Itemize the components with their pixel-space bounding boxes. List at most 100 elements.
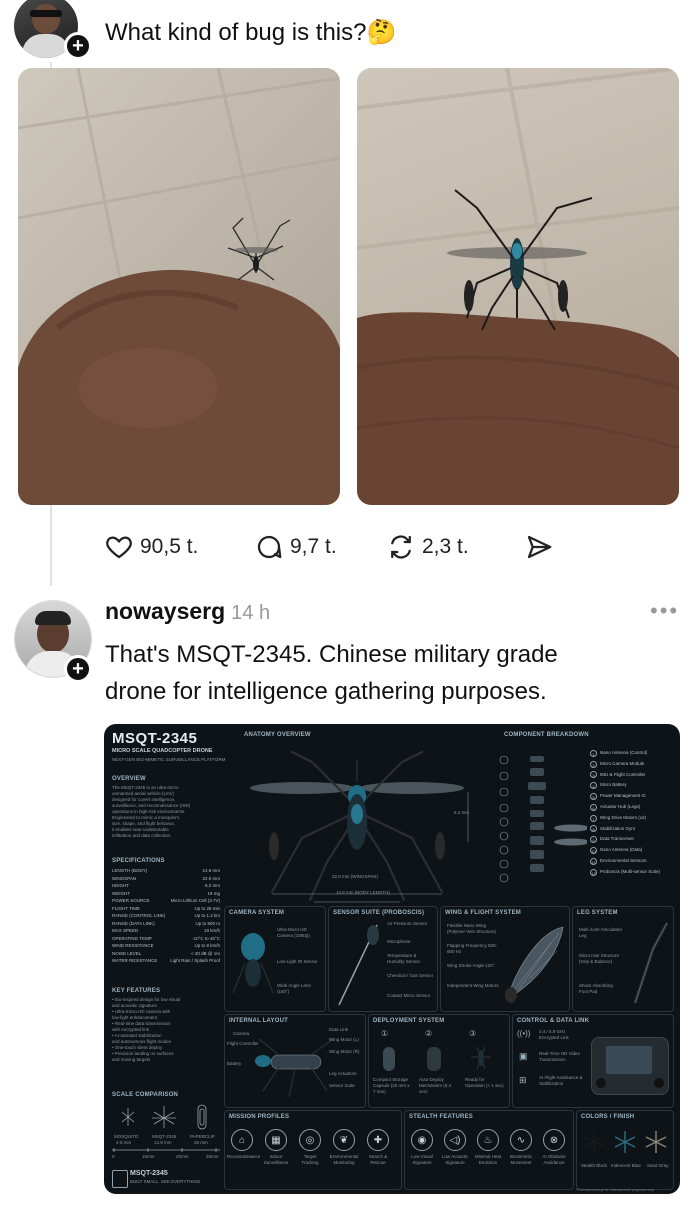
sensor-heading: SENSOR SUITE (PROBOSCIS) bbox=[333, 910, 425, 916]
post-photo-1[interactable] bbox=[18, 68, 340, 505]
msqt-infographic[interactable]: MSQT-2345 MICRO SCALE QUADCOPTER DRONE N… bbox=[104, 724, 680, 1194]
spec-row: RANGE (DATA LINK) Up to 800 m bbox=[112, 920, 220, 926]
colors-finish-panel: COLORS / FINISH Stealth Black Iridescent… bbox=[576, 1110, 674, 1190]
list-item: 11 Environmental Sensors bbox=[590, 857, 647, 865]
mission-item: ⌂ Reconnaissance bbox=[227, 1129, 260, 1160]
colors-heading: COLORS / FINISH bbox=[581, 1114, 635, 1120]
footer-name: MSQT-2345 bbox=[130, 1170, 168, 1177]
list-item: 12 Proboscis (Multi-sensor Suite) bbox=[590, 868, 661, 876]
infographic-subtitle: MICRO SCALE QUADCOPTER DRONE bbox=[112, 748, 213, 754]
repost-count: 2,3 t. bbox=[422, 535, 469, 558]
repost-icon bbox=[391, 535, 411, 559]
post-time: 14 h bbox=[231, 602, 271, 624]
send-icon bbox=[527, 535, 552, 559]
ellipsis-icon: ••• bbox=[650, 598, 680, 623]
leg-graphic bbox=[633, 922, 669, 1004]
target-icon: ◎ bbox=[299, 1129, 321, 1151]
color-label: Stealth Black bbox=[581, 1163, 608, 1168]
internal-label: Camera bbox=[233, 1031, 250, 1036]
list-item: 9 Data Transceiver bbox=[590, 834, 678, 845]
deploy-step-number: ① bbox=[381, 1029, 389, 1038]
disclaimer: *Fictional concept for entertainment pur… bbox=[576, 1188, 654, 1192]
building-icon: ▦ bbox=[265, 1129, 287, 1151]
list-item: 7 Wing Drive Motors (x2) bbox=[590, 813, 678, 824]
spec-row: HEIGHT 6.2 mm bbox=[112, 883, 220, 888]
control-heading: CONTROL & DATA LINK bbox=[517, 1018, 590, 1024]
list-item: 8 Stabilization Gyro bbox=[590, 824, 678, 835]
sensor-label: Chemical / Gas Sensor bbox=[387, 973, 434, 978]
stealth-item: ◁) Low Acoustic Signature bbox=[440, 1129, 470, 1166]
wing-label: Flapping Frequency 500-600 Hz bbox=[447, 943, 498, 954]
internal-label: Wing Motor (R) bbox=[329, 1049, 360, 1054]
mission-item: ✚ Search & Rescue bbox=[363, 1129, 393, 1166]
overview-heading: OVERVIEW bbox=[112, 776, 146, 782]
control-label: AI Flight Assistance & Stabilization bbox=[539, 1075, 583, 1086]
like-button[interactable]: 90,5 t. bbox=[104, 532, 198, 562]
internal-label: Battery bbox=[227, 1061, 242, 1066]
sensor-label: Temperature & Humidity Sensor bbox=[387, 953, 421, 964]
overview-text: The MSQT-2345 is an ultra-micro unmanned… bbox=[112, 785, 191, 838]
ai-chip-icon: ⊞ bbox=[519, 1075, 527, 1085]
spec-row: FLIGHT TIME Up to 28 min bbox=[112, 905, 220, 911]
internal-layout-panel: INTERNAL LAYOUT Camera Flight Controller… bbox=[224, 1014, 366, 1108]
reply-text-line-1: That's MSQT-2345. Chinese military grade bbox=[105, 641, 558, 668]
mission-heading: MISSION PROFILES bbox=[229, 1114, 290, 1120]
spec-row: WEIGHT 19 mg bbox=[112, 890, 220, 896]
share-button[interactable] bbox=[524, 532, 554, 562]
scale-size-mosquito: 4-8 mm bbox=[116, 1140, 132, 1145]
deploy-label: Compact Storage Capsule (20 mm x 7 mm) bbox=[373, 1077, 410, 1094]
camera-system-panel: CAMERA SYSTEM Ultra-Micro HD Camera (108… bbox=[224, 906, 326, 1012]
specs-table: LENGTH (BODY) 14.8 mm WINGSPAN 22.0 mm HEI… bbox=[112, 867, 220, 965]
internal-label: Data Link bbox=[329, 1027, 349, 1032]
color-variants-graphic bbox=[583, 1131, 667, 1153]
spec-row: OPERATING TEMP -10°C to 45°C bbox=[112, 935, 220, 941]
follow-plus-button[interactable]: + bbox=[64, 655, 92, 683]
like-count: 90,5 t. bbox=[140, 535, 199, 558]
more-options-button[interactable]: ••• bbox=[650, 598, 679, 624]
deploy-step-number: ③ bbox=[469, 1029, 477, 1038]
leg-heading: LEG SYSTEM bbox=[577, 910, 618, 916]
internal-heading: INTERNAL LAYOUT bbox=[229, 1018, 289, 1024]
scale-size-paperclip: 28 mm bbox=[194, 1140, 208, 1145]
control-label: 2.4 / 5.8 GHz Encrypted Link bbox=[539, 1029, 569, 1040]
dim-height: 6.2 mm bbox=[454, 810, 470, 815]
deployment-panel: DEPLOYMENT SYSTEM ① ② ③ Compact Storage … bbox=[368, 1014, 510, 1108]
repost-button[interactable]: 2,3 t. bbox=[386, 532, 469, 562]
component-exploded-view bbox=[499, 755, 587, 883]
mission-item: ❦ Environmental Monitoring bbox=[329, 1129, 359, 1166]
color-label: Iridescent Blue bbox=[611, 1163, 641, 1168]
scale-tick: 10mm bbox=[142, 1154, 155, 1159]
remote-controller-graphic bbox=[591, 1037, 669, 1095]
camera-head-graphic bbox=[232, 933, 274, 994]
username[interactable]: nowayserg bbox=[105, 598, 225, 624]
camera-label: Low-Light IR Sensor bbox=[277, 959, 318, 964]
internal-label: Wing Motor (L) bbox=[329, 1037, 359, 1042]
reconnaissance-icon: ⌂ bbox=[231, 1129, 253, 1151]
comment-count: 9,7 t. bbox=[290, 535, 337, 558]
spec-row: WATER RESISTANCE Light Rain / Splash Proo… bbox=[112, 958, 220, 963]
heart-icon bbox=[106, 536, 132, 559]
wing-graphic bbox=[505, 926, 564, 1003]
leg-system-panel: LEG SYSTEM Multi-Joint Articulated Leg M… bbox=[572, 906, 674, 1012]
spec-row: LENGTH (BODY) 14.8 mm bbox=[112, 868, 220, 873]
camera-heading: CAMERA SYSTEM bbox=[229, 910, 285, 916]
control-label: Real-Time HD Video Transmission bbox=[539, 1051, 581, 1062]
wing-flight-panel: WING & FLIGHT SYSTEM Flexible Nano Wing … bbox=[440, 906, 570, 1012]
leg-label: Micro Hair Structure (Grip & Balance) bbox=[579, 953, 620, 964]
list-item: 6 Actuator Hub (Legs) bbox=[590, 802, 678, 813]
follow-plus-button[interactable]: + bbox=[64, 32, 92, 60]
deploy-step-number: ② bbox=[425, 1029, 433, 1038]
spec-row: POWER SOURCE Micro Lithium Cell (3.7V) bbox=[112, 898, 220, 903]
comment-button[interactable]: 9,7 t. bbox=[254, 532, 337, 562]
infographic-title: MSQT-2345 bbox=[112, 730, 198, 747]
wing-label: Flexible Nano Wing (Polymer Vein Structu… bbox=[447, 923, 497, 934]
deploy-label: Ready for Operation (< 1 sec) bbox=[465, 1077, 504, 1088]
component-list: 1 Nano Antenna (Control) 2 Micro Camera Mo… bbox=[590, 748, 678, 878]
scale-tick: 0 bbox=[112, 1154, 115, 1159]
scale-tick: 30mm bbox=[206, 1154, 219, 1159]
camera-label: Wide Angle Lens (160°) bbox=[277, 983, 311, 994]
post-photo-2[interactable] bbox=[357, 68, 679, 505]
list-item: 4 Micro Battery bbox=[590, 780, 678, 791]
stealth-item: ⊗ AI Obstacle Avoidance bbox=[539, 1129, 569, 1166]
sensor-label: Contact Micro Sensor bbox=[387, 993, 431, 998]
